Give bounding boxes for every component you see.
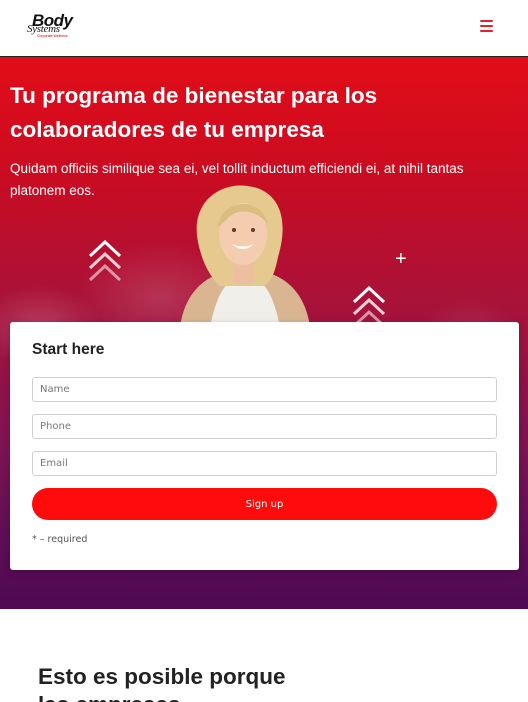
name-field[interactable]: [32, 377, 497, 402]
body-systems-logo[interactable]: Body Systems Corporate Wellness: [26, 12, 80, 39]
hero-section: Tu programa de bienestar para los colabo…: [0, 57, 528, 609]
email-field[interactable]: [32, 451, 497, 476]
hamburger-menu-icon[interactable]: [480, 19, 494, 33]
section-title: Esto es posible porque las empresas: [38, 664, 286, 702]
logo-tagline: Corporate Wellness: [37, 34, 68, 38]
sign-up-button[interactable]: Sign up: [32, 488, 497, 520]
required-note: * – required: [32, 534, 88, 545]
phone-field[interactable]: [32, 414, 497, 439]
chevron-up-icon: [88, 240, 122, 282]
hero-title: Tu programa de bienestar para los colabo…: [10, 83, 378, 142]
signup-form: Start here Sign up * – required: [10, 322, 519, 570]
site-header: Body Systems Corporate Wellness: [0, 0, 528, 57]
hero-person-image: [180, 185, 310, 327]
form-title: Start here: [32, 341, 105, 358]
plus-icon: +: [395, 248, 407, 270]
